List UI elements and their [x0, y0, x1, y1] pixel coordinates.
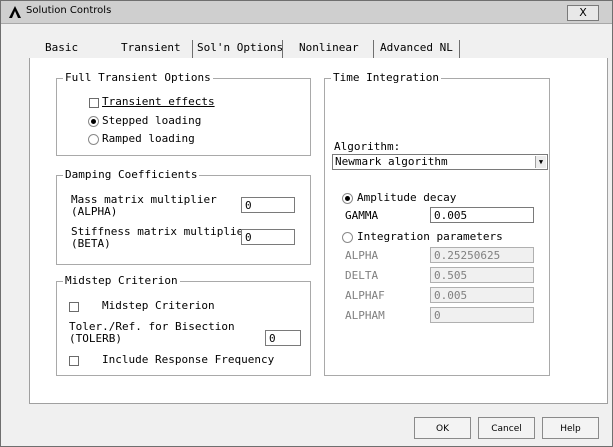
tab-transient[interactable]: Transient [121, 38, 181, 58]
transient-effects-checkbox[interactable] [89, 98, 99, 108]
tab-advanced-nl[interactable]: Advanced NL [380, 38, 453, 58]
ramped-loading-radio[interactable] [88, 134, 99, 145]
window-title: Solution Controls [26, 5, 112, 16]
amplitude-decay-radio[interactable] [342, 193, 353, 204]
midstep-checkbox[interactable] [69, 302, 79, 312]
midstep-title: Midstep Criterion [63, 274, 180, 287]
alpha-param-input: 0.25250625 [430, 247, 534, 263]
help-button[interactable]: Help [542, 417, 599, 439]
delta-input: 0.505 [430, 267, 534, 283]
algorithm-select[interactable]: Newmark algorithm ▼ [332, 154, 548, 170]
alpha-label: ALPHA [345, 249, 379, 262]
tab-divider [282, 40, 283, 58]
mass-multiplier-label: Mass matrix multiplier (ALPHA) [71, 193, 217, 218]
integration-parameters-radio[interactable] [342, 232, 353, 243]
tolerb-input[interactable]: 0 [265, 330, 301, 346]
tab-divider [459, 40, 460, 58]
alphaf-input: 0.005 [430, 287, 534, 303]
ramped-loading-label: Ramped loading [102, 132, 195, 145]
alpha-input[interactable]: 0 [241, 197, 295, 213]
stepped-loading-radio[interactable] [88, 116, 99, 127]
ok-button[interactable]: OK [414, 417, 471, 439]
full-transient-title: Full Transient Options [63, 71, 213, 84]
damping-group: Damping Coefficients Mass matrix multipl… [56, 168, 311, 265]
amplitude-decay-label: Amplitude decay [357, 191, 457, 204]
beta-input[interactable]: 0 [241, 229, 295, 245]
toler-label: Toler./Ref. for Bisection (TOLERB) [69, 320, 235, 345]
alpham-input: 0 [430, 307, 534, 323]
algorithm-label: Algorithm: [334, 140, 401, 153]
tab-divider [373, 40, 374, 58]
integration-parameters-label: Integration parameters [357, 230, 503, 243]
full-transient-group: Full Transient Options Transient effects… [56, 71, 311, 156]
solution-controls-window: Solution Controls X Basic Transient Sol'… [0, 0, 613, 447]
gamma-input[interactable]: 0.005 [430, 207, 534, 223]
tab-divider [192, 40, 193, 58]
stepped-loading-label: Stepped loading [102, 114, 202, 127]
delta-label: DELTA [345, 269, 379, 282]
midstep-label: Midstep Criterion [102, 299, 215, 312]
ansys-logo-icon [9, 6, 21, 18]
transient-tab-panel: Full Transient Options Transient effects… [29, 58, 608, 404]
stiffness-multiplier-label: Stiffness matrix multiplier (BETA) [71, 225, 250, 250]
include-response-label: Include Response Frequency [102, 353, 275, 366]
chevron-down-icon[interactable]: ▼ [535, 156, 546, 168]
cancel-button[interactable]: Cancel [478, 417, 535, 439]
include-response-checkbox[interactable] [69, 356, 79, 366]
close-button[interactable]: X [567, 5, 599, 21]
title-bar: Solution Controls X [1, 1, 612, 24]
tab-nonlinear[interactable]: Nonlinear [299, 38, 359, 58]
time-integration-group: Time Integration Algorithm: Newmark algo… [324, 71, 550, 376]
gamma-label: GAMMA [345, 209, 379, 222]
time-integration-title: Time Integration [331, 71, 441, 84]
damping-title: Damping Coefficients [63, 168, 200, 181]
alpham-label: ALPHAM [345, 309, 385, 322]
tab-basic[interactable]: Basic [45, 38, 78, 58]
midstep-group: Midstep Criterion Midstep Criterion Tole… [56, 274, 311, 376]
alphaf-label: ALPHAF [345, 289, 385, 302]
transient-effects-label: Transient effects [102, 95, 215, 108]
algorithm-value: Newmark algorithm [335, 155, 448, 168]
tab-soln-options[interactable]: Sol'n Options [197, 38, 283, 58]
